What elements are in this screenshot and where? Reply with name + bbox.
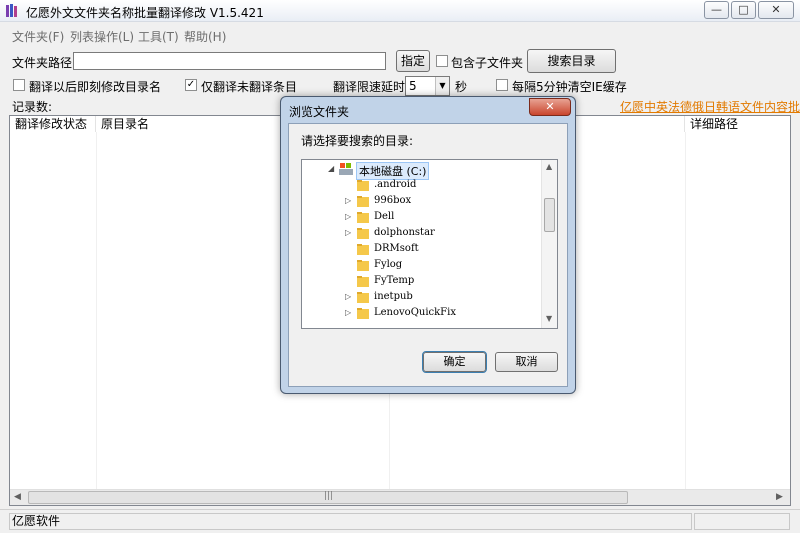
menu-help[interactable]: 帮助(H) (184, 28, 226, 45)
rename-immediately-checkbox[interactable] (13, 79, 25, 91)
menu-tools[interactable]: 工具(T) (138, 28, 179, 45)
drive-icon (339, 163, 353, 175)
status-pane-main: 亿愿软件 (9, 513, 692, 530)
menu-bar: 文件夹(F) 列表操作(L) 工具(T) 帮助(H) (0, 27, 800, 45)
folder-icon (357, 292, 369, 303)
folder-icon (357, 212, 369, 223)
expand-arrow-icon[interactable]: ▷ (345, 292, 351, 301)
dropdown-arrow-icon: ▼ (435, 77, 449, 95)
tree-item[interactable]: Fylog (302, 258, 542, 274)
dialog-close-button[interactable]: ✕ (529, 98, 571, 116)
expand-arrow-icon[interactable]: ▷ (345, 196, 351, 205)
tree-item[interactable]: ▷ 996box (302, 194, 542, 210)
grip-icon: ||| (324, 491, 334, 501)
tree-item-label: 996box (374, 195, 412, 206)
dialog-body: 请选择要搜索的目录: ◢ 本地磁盘 (C:) .android ▷ 996box (288, 123, 568, 387)
clear-cache-checkbox[interactable] (496, 79, 508, 91)
expanded-arrow-icon[interactable]: ◢ (328, 164, 334, 173)
folder-path-input[interactable] (73, 52, 386, 70)
clear-cache-label: 每隔5分钟清空IE缓存 (512, 80, 627, 94)
title-bar: 亿愿外文文件夹名称批量翻译修改 V1.5.421 — □ ✕ (0, 0, 800, 22)
records-label: 记录数: (12, 100, 53, 114)
tree-item-label: DRMsoft (374, 243, 419, 254)
tree-item[interactable]: ▷ inetpub (302, 290, 542, 306)
browse-folder-dialog: 浏览文件夹 ✕ 请选择要搜索的目录: ◢ 本地磁盘 (C:) .android … (280, 96, 576, 394)
column-divider (96, 132, 97, 492)
scroll-left-icon[interactable]: ◀ (14, 492, 21, 502)
dialog-title: 浏览文件夹 (289, 105, 350, 119)
close-button[interactable]: ✕ (758, 1, 794, 19)
tree-item[interactable]: DRMsoft (302, 242, 542, 258)
checkmark-icon: ✓ (186, 79, 196, 90)
specify-button[interactable]: 指定 (396, 50, 430, 72)
folder-icon (357, 260, 369, 271)
folder-tree[interactable]: ◢ 本地磁盘 (C:) .android ▷ 996box ▷ Dell ▷ d… (301, 159, 558, 329)
tree-item-label: inetpub (374, 291, 413, 302)
dialog-title-bar: 浏览文件夹 ✕ (281, 97, 575, 121)
rename-immediately-label: 翻译以后即刻修改目录名 (29, 80, 162, 94)
cancel-button[interactable]: 取消 (495, 352, 558, 372)
promo-link[interactable]: 亿愿中英法德俄日韩语文件内容批量翻 (620, 98, 800, 115)
status-bar: 亿愿软件 (0, 509, 800, 533)
tree-item-label: .android (374, 179, 417, 190)
tree-item-label: Dell (374, 211, 395, 222)
ok-button[interactable]: 确定 (422, 351, 487, 373)
tree-item[interactable]: .android (302, 178, 542, 194)
scroll-down-icon[interactable]: ▼ (546, 314, 552, 323)
folder-icon (357, 308, 369, 319)
tree-item-label: FyTemp (374, 275, 415, 286)
scroll-right-icon[interactable]: ▶ (776, 492, 783, 502)
search-directory-button[interactable]: 搜索目录 (527, 49, 616, 73)
tree-item[interactable]: ▷ LenovoQuickFix (302, 306, 542, 322)
column-detail-path[interactable]: 详细路径 (685, 116, 790, 132)
dialog-prompt: 请选择要搜索的目录: (301, 134, 414, 148)
app-books-icon (6, 4, 17, 17)
tree-item-label: dolphonstar (374, 227, 435, 238)
folder-path-label: 文件夹路径: (12, 56, 77, 70)
tree-root-item[interactable]: ◢ 本地磁盘 (C:) (302, 162, 542, 180)
include-subfolders-checkbox[interactable] (436, 55, 448, 67)
expand-arrow-icon[interactable]: ▷ (345, 212, 351, 221)
tree-item[interactable]: ▷ dolphonstar (302, 226, 542, 242)
tree-item[interactable]: FyTemp (302, 274, 542, 290)
folder-icon (357, 276, 369, 287)
maximize-button[interactable]: □ (731, 1, 756, 19)
column-status[interactable]: 翻译修改状态 (10, 116, 96, 132)
menu-list-ops[interactable]: 列表操作(L) (70, 28, 134, 45)
tree-item-label: Fylog (374, 259, 403, 270)
folder-icon (357, 196, 369, 207)
folder-icon (357, 228, 369, 239)
status-pane-secondary (694, 513, 790, 530)
delay-value: 5 (409, 79, 417, 93)
menu-folder[interactable]: 文件夹(F) (12, 28, 64, 45)
expand-arrow-icon[interactable]: ▷ (345, 308, 351, 317)
scroll-up-icon[interactable]: ▲ (546, 162, 552, 171)
include-subfolders-label: 包含子文件夹 (451, 56, 524, 70)
delay-unit: 秒 (455, 80, 468, 94)
delay-select[interactable]: 5 ▼ (405, 76, 450, 96)
delay-label: 翻译限速延时: (333, 80, 410, 94)
only-untranslated-checkbox[interactable]: ✓ (185, 79, 197, 91)
window-title: 亿愿外文文件夹名称批量翻译修改 V1.5.421 (26, 6, 264, 20)
scroll-thumb[interactable] (544, 198, 555, 232)
column-divider (685, 132, 686, 492)
only-untranslated-label: 仅翻译未翻译条目 (201, 80, 298, 94)
scroll-thumb[interactable]: ||| (28, 491, 628, 504)
tree-vertical-scrollbar[interactable]: ▲ ▼ (541, 160, 557, 328)
folder-icon (357, 180, 369, 191)
folder-icon (357, 244, 369, 255)
minimize-button[interactable]: — (704, 1, 729, 19)
tree-item-label: LenovoQuickFix (374, 307, 456, 318)
expand-arrow-icon[interactable]: ▷ (345, 228, 351, 237)
horizontal-scrollbar[interactable]: ◀ ||| ▶ (10, 489, 790, 505)
tree-item[interactable]: ▷ Dell (302, 210, 542, 226)
